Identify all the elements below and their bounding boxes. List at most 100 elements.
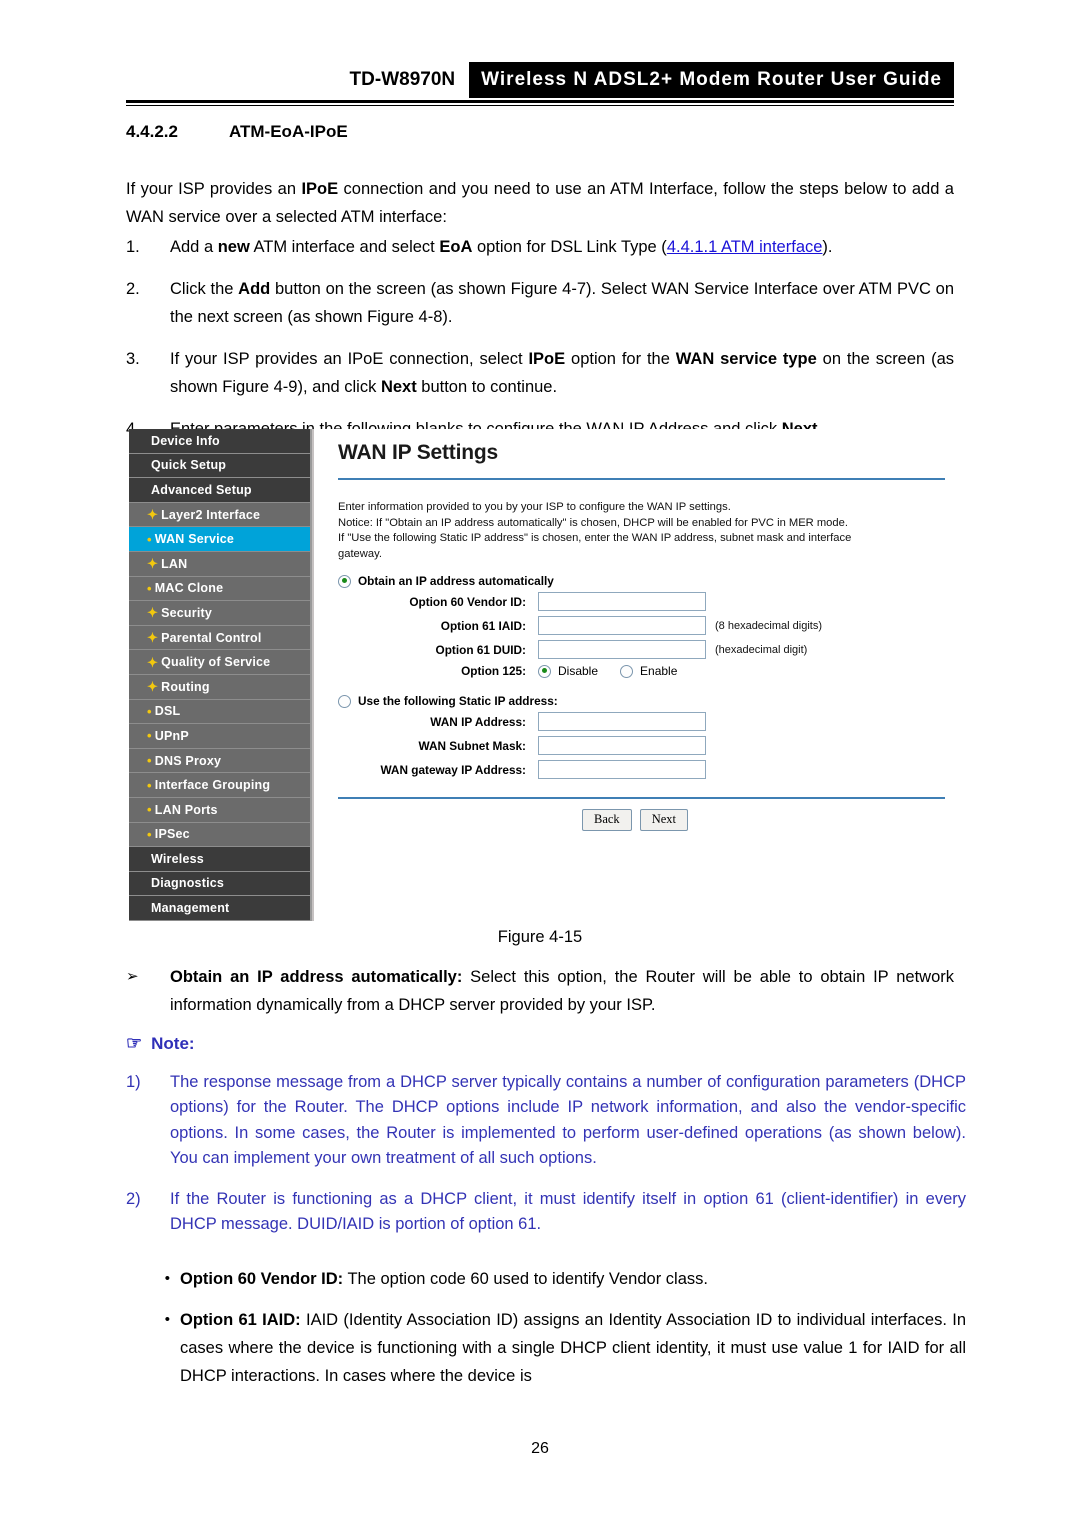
guide-title: Wireless N ADSL2+ Modem Router User Guid… [469,62,954,98]
sidebar-item-ipsec[interactable]: • IPSec [129,822,310,848]
panel-button-bar: Back Next [328,799,953,831]
router-ui-screenshot: Device Info Quick Setup Advanced Setup ✦ Lay… [129,429,953,921]
sidebar-item-advanced-setup[interactable]: Advanced Setup [129,478,310,503]
bullet-dot-icon: • [147,777,152,793]
option-61-duid-input[interactable] [538,640,706,659]
atm-interface-link[interactable]: 4.4.1.1 ATM interface [667,238,823,256]
step-text-bold: Next [380,378,417,396]
sidebar-item-dns-proxy[interactable]: • DNS Proxy [129,748,310,774]
sidebar-item-wan-service[interactable]: • WAN Service [129,527,310,552]
bullet-dot-icon: • [147,802,152,818]
step-text-part: button to continue. [416,378,558,396]
sidebar-item-label: Quality of Service [161,655,271,670]
arrow-bullet-marker: ➢ [126,968,139,985]
step-text-part: button on the screen (as shown Figure 4-… [170,280,954,326]
wan-subnet-mask-input[interactable] [538,736,706,755]
sidebar-item-mac-clone[interactable]: • MAC Clone [129,576,310,602]
document-page: TD-W8970N Wireless N ADSL2+ Modem Router… [0,0,1080,1527]
sidebar-item-label: Quick Setup [151,458,227,473]
sidebar-item-layer2-interface[interactable]: ✦ Layer2 Interface [129,502,310,528]
note-label: Note: [151,1033,195,1053]
option125-choice-disable[interactable]: Disable [538,664,598,678]
option-61-iaid-row: Option 61 IAID: (8 hexadecimal digits) [338,616,953,635]
option-60-vendor-id-label: Option 60 Vendor ID: [409,594,526,609]
sidebar-item-quality-of-service[interactable]: ✦ Quality of Service [129,650,310,675]
figure-caption: Figure 4-15 [497,928,583,946]
sidebar-item-label: WAN Service [154,532,235,547]
sidebar-item-label: Routing [161,679,210,694]
sidebar-item-label: UPnP [154,728,189,743]
sidebar-item-quick-setup[interactable]: Quick Setup [129,453,310,479]
wan-gateway-ip-address-row: WAN gateway IP Address: [338,760,953,779]
expand-plus-icon: ✦ [147,507,159,523]
sidebar-item-device-info[interactable]: Device Info [129,429,310,454]
sidebar-item-lan-ports[interactable]: • LAN Ports [129,797,310,823]
next-button[interactable]: Next [639,809,688,831]
sidebar-item-lan[interactable]: ✦ LAN [129,551,310,577]
obtain-auto-row[interactable]: Obtain an IP address automatically [338,574,953,588]
expand-plus-icon: ✦ [147,654,159,670]
note-marker: 2) [126,1190,141,1209]
wan-ip-address-input[interactable] [538,712,706,731]
expand-plus-icon: ✦ [147,679,159,695]
sidebar-item-routing[interactable]: ✦ Routing [129,674,310,700]
option-60-vendor-id-input[interactable] [538,592,706,611]
header-rule [126,100,954,106]
step-text-part: option for the [565,350,676,368]
sidebar-item-label: Parental Control [161,630,262,645]
step-item: 3. If your ISP provides an IPoE connecti… [126,345,954,401]
arrow-bullet-text: Obtain an IP address automatically: Sele… [170,963,954,1019]
intro-part1: If your ISP provides an [126,180,302,198]
step-text-part: ). [822,238,833,256]
option-61-duid-label: Option 61 DUID: [435,642,526,657]
wan-ip-form: Obtain an IP address automatically Optio… [328,562,953,779]
sidebar-item-security[interactable]: ✦ Security [129,601,310,626]
static-ip-label: Use the following Static IP address: [358,694,558,708]
sidebar-item-parental-control[interactable]: ✦ Parental Control [129,625,310,651]
sidebar-item-label: LAN Ports [154,802,218,817]
sidebar-item-diagnostics[interactable]: Diagnostics [129,871,310,897]
radio-obtain-auto[interactable] [338,574,351,588]
steps-list: 1. Add a new ATM interface and select Eo… [126,233,954,457]
step-marker: 3. [126,350,140,368]
sidebar-item-label: LAN [161,556,188,571]
back-button[interactable]: Back [582,809,632,831]
sidebar-item-label: DSL [154,704,181,719]
section-title: ATM-EoA-IPoE [229,122,348,141]
sidebar-item-label: Management [151,901,230,916]
sidebar-item-label: Layer2 Interface [161,507,261,522]
sidebar-item-interface-grouping[interactable]: • Interface Grouping [129,773,310,798]
router-sidebar: Device Info Quick Setup Advanced Setup ✦ Lay… [129,429,312,921]
wan-ip-address-row: WAN IP Address: [338,712,953,731]
intro-paragraph: If your ISP provides an IPoE connection … [126,175,954,231]
step-text-bold: WAN service type [675,350,817,368]
option-60-vendor-id-row: Option 60 Vendor ID: [338,592,953,611]
step-text-part: Add a [170,238,218,256]
radio-static-ip[interactable] [338,694,351,708]
static-ip-row[interactable]: Use the following Static IP address: [338,694,953,708]
bullet-dot-icon: • [147,753,152,769]
option125-choice-enable[interactable]: Enable [620,664,677,678]
sidebar-item-label: IPSec [154,827,190,842]
wan-gateway-ip-address-input[interactable] [538,760,706,779]
step-text: Click the Add button on the screen (as s… [170,275,954,331]
option-61-iaid-hint: (8 hexadecimal digits) [715,619,822,632]
step-marker: 1. [126,238,140,256]
description-line: If "Use the following Static IP address"… [338,532,852,544]
option-61-iaid-input[interactable] [538,616,706,635]
step-text-bold: new [217,238,250,256]
radio-option125-enable[interactable] [620,664,634,678]
note-text: The response message from a DHCP server … [170,1073,966,1167]
sidebar-item-dsl[interactable]: • DSL [129,699,310,725]
sidebar-item-upnp[interactable]: • UPnP [129,724,310,749]
bullet-dot-icon: • [147,826,152,842]
step-text-bold: EoA [439,238,473,256]
arrow-bullet-item: ➢ Obtain an IP address automatically: Se… [126,963,954,1019]
sidebar-item-wireless[interactable]: Wireless [129,847,310,872]
sidebar-item-label: Wireless [151,851,204,866]
option-61-duid-row: Option 61 DUID: (hexadecimal digit) [338,640,953,659]
wan-subnet-mask-label: WAN Subnet Mask: [418,738,527,753]
sidebar-item-management[interactable]: Management [129,896,310,921]
bullet-marker: • [164,1311,170,1328]
radio-option125-disable[interactable] [538,664,551,678]
